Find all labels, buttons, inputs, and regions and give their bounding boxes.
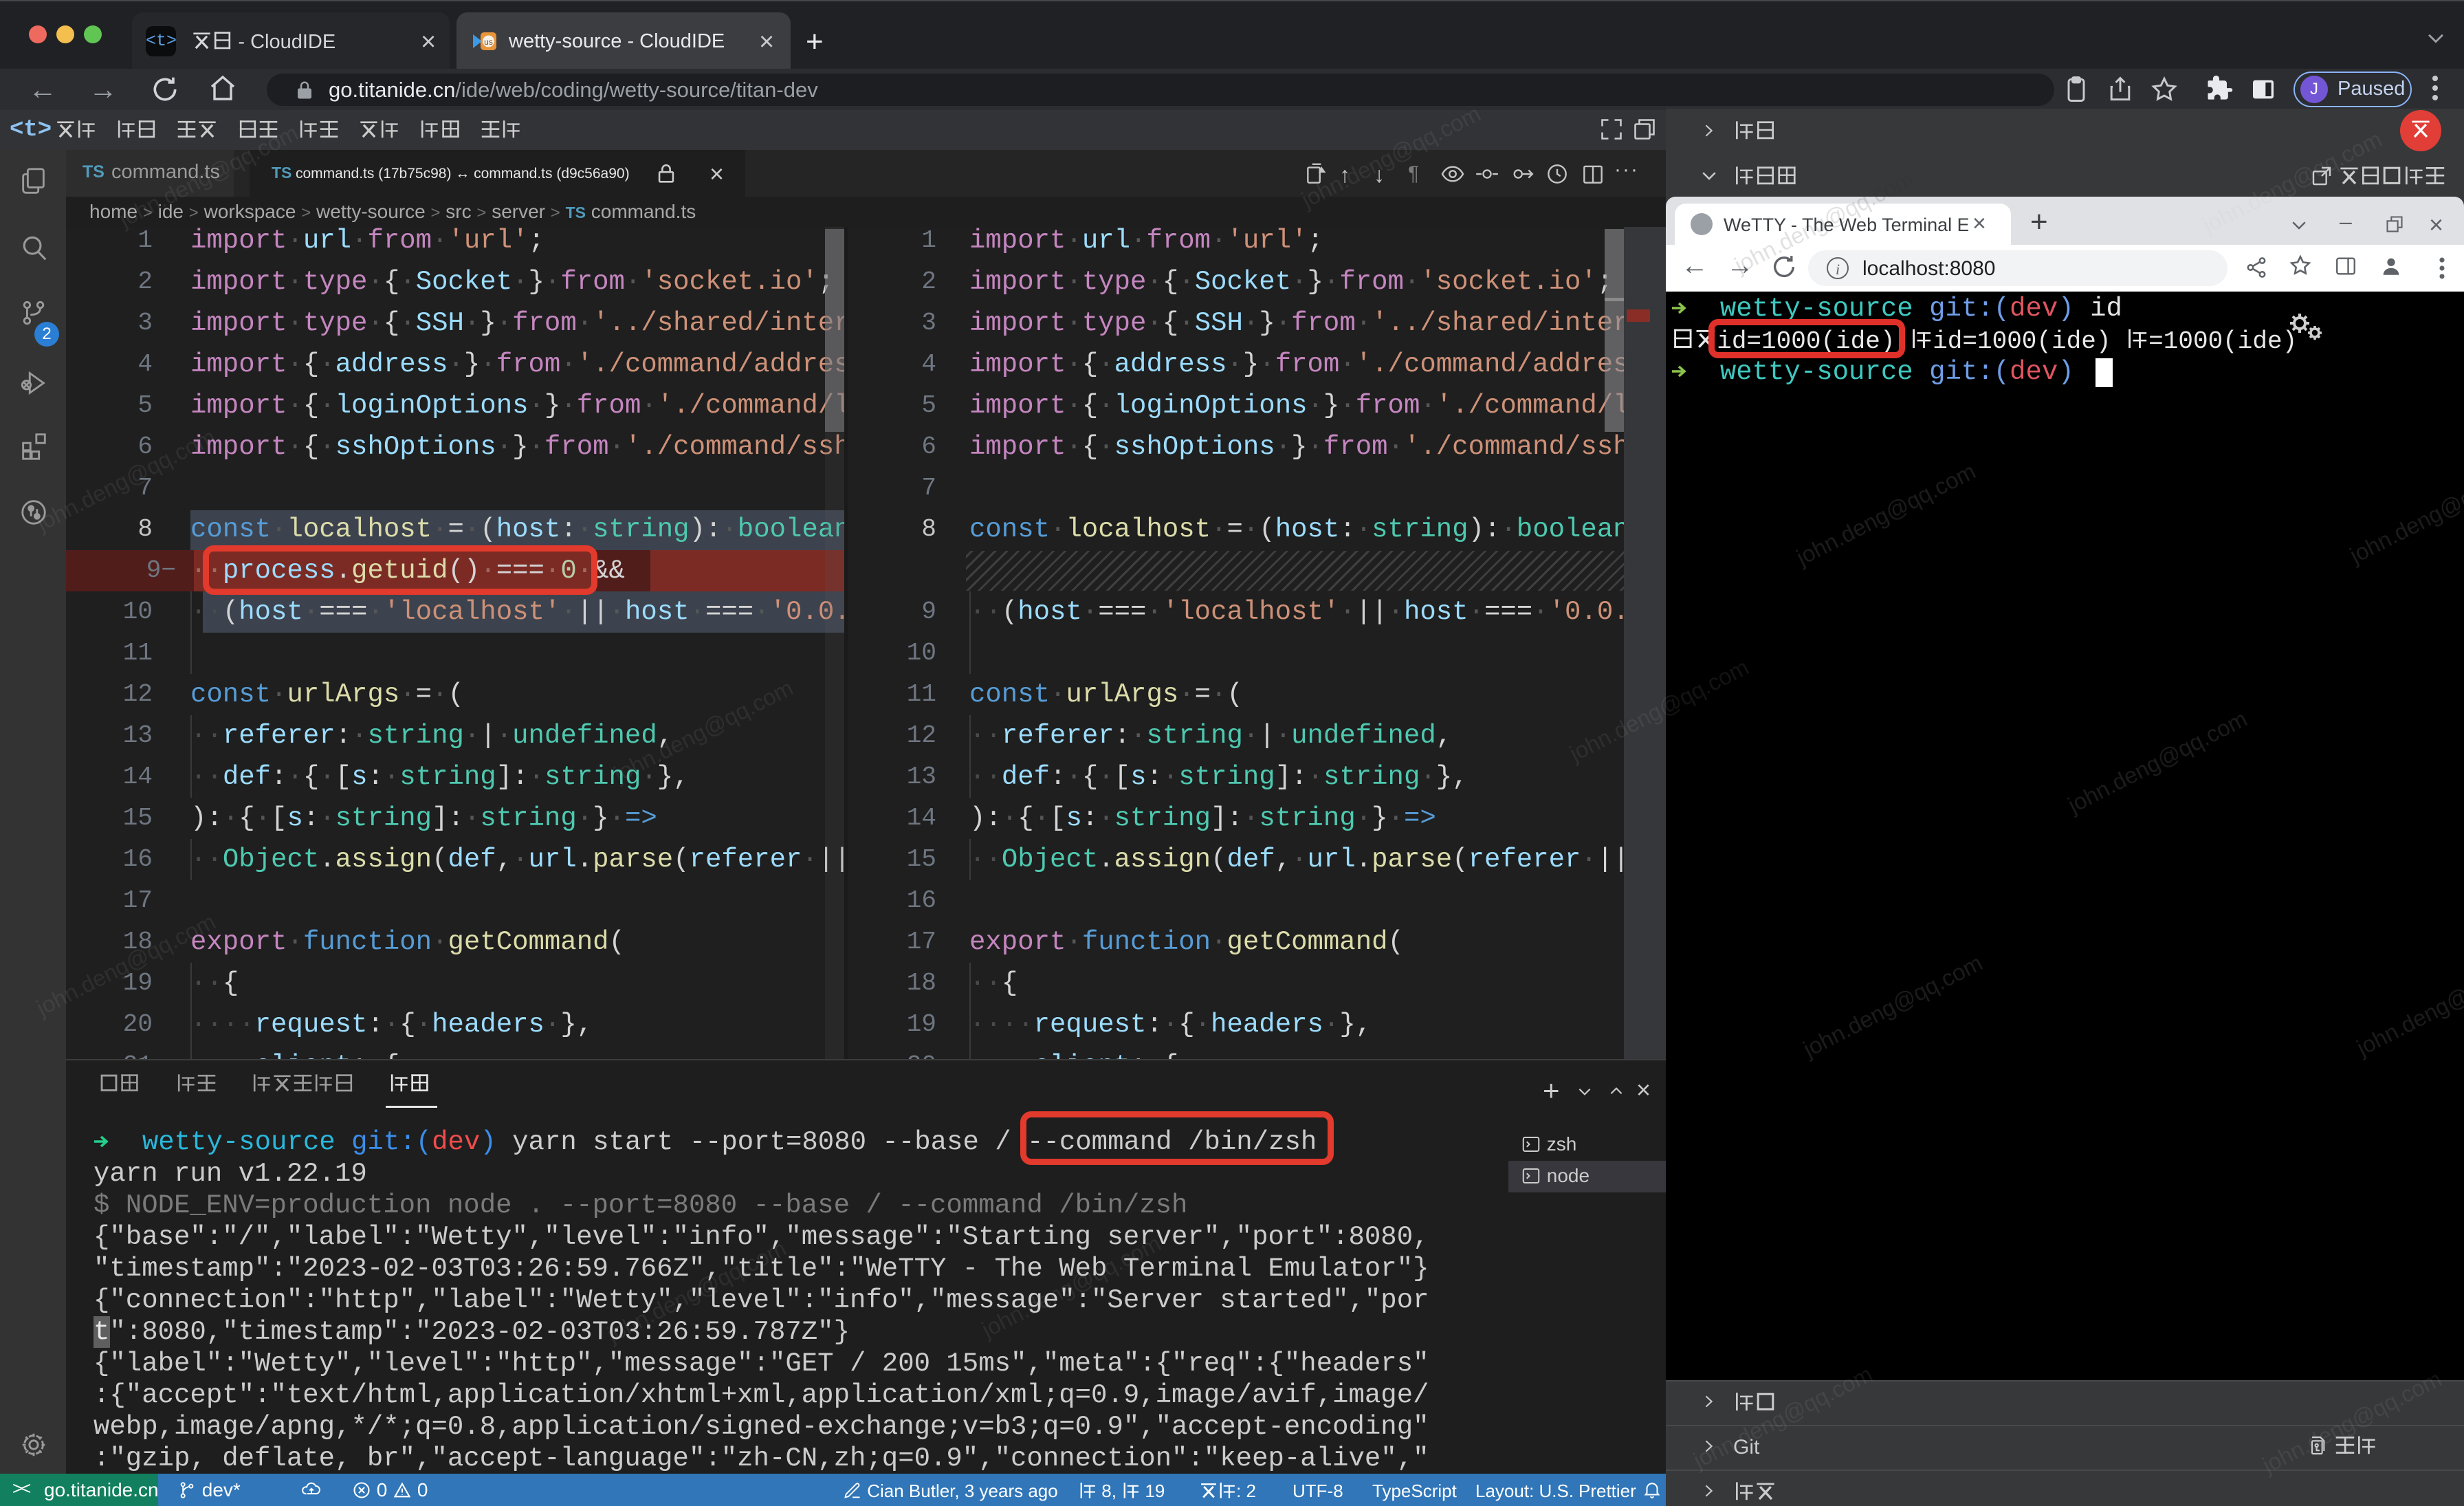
svg-text:us: us (484, 37, 493, 47)
